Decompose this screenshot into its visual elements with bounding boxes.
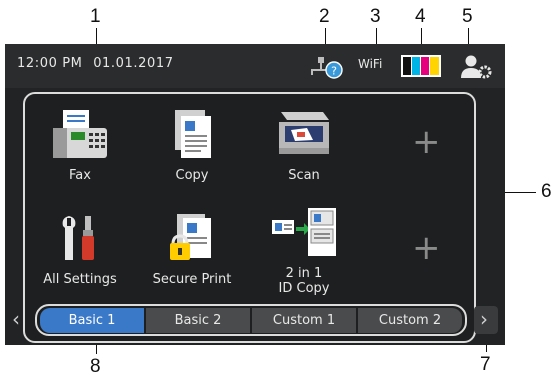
- status-bar: 12:00 PM 01.01.2017 ? WiFi: [5, 44, 505, 88]
- callout-7: 7: [480, 354, 491, 375]
- callout-4: 4: [415, 6, 426, 27]
- copy-icon: [175, 110, 211, 158]
- ink-levels-icon[interactable]: [401, 55, 441, 82]
- copy-shortcut[interactable]: Copy: [137, 108, 247, 183]
- tab-custom-2[interactable]: Custom 2: [358, 308, 462, 333]
- next-arrow-icon: ›: [480, 307, 488, 331]
- callout-5: 5: [462, 6, 473, 27]
- wired-lan-unknown-icon[interactable]: ?: [307, 53, 345, 86]
- id-copy-label-line2: ID Copy: [278, 281, 330, 296]
- wifi-status[interactable]: WiFi: [358, 57, 382, 71]
- touchscreen: 12:00 PM 01.01.2017 ? WiFi Fax Copy Scan…: [5, 44, 505, 345]
- fax-label: Fax: [69, 168, 91, 183]
- callout-2: 2: [319, 6, 330, 27]
- all-settings-shortcut[interactable]: All Settings: [25, 212, 135, 287]
- scan-shortcut[interactable]: Scan: [249, 108, 359, 183]
- prev-arrow-icon[interactable]: ‹: [12, 307, 20, 331]
- all-settings-label: All Settings: [43, 272, 117, 287]
- scan-label: Scan: [288, 168, 320, 183]
- secure-print-shortcut[interactable]: Secure Print: [137, 212, 247, 287]
- callout-8: 8: [90, 356, 101, 377]
- copy-label: Copy: [175, 168, 209, 183]
- callout-6: 6: [541, 181, 552, 202]
- next-arrow-button[interactable]: ›: [474, 306, 498, 334]
- fax-icon: [53, 110, 107, 158]
- add-shortcut-plus-icon[interactable]: +: [412, 122, 441, 162]
- date-text: 01.01.2017: [93, 56, 174, 71]
- date-time: 12:00 PM 01.01.2017: [17, 56, 174, 71]
- svg-text:?: ?: [331, 65, 337, 78]
- time-text: 12:00 PM: [17, 56, 83, 71]
- admin-settings-icon[interactable]: [460, 53, 492, 84]
- callout-3: 3: [370, 6, 381, 27]
- id-copy-label-line1: 2 in 1: [285, 266, 323, 281]
- id-copy-label: 2 in 1 ID Copy: [249, 266, 359, 296]
- scan-icon: [279, 112, 329, 154]
- id-copy-shortcut[interactable]: 2 in 1 ID Copy: [249, 206, 359, 296]
- secure-print-lock-icon: [170, 214, 211, 260]
- callout-1: 1: [90, 6, 101, 27]
- tab-basic-2[interactable]: Basic 2: [146, 308, 250, 333]
- wrench-screwdriver-icon: [62, 216, 94, 260]
- tab-custom-1[interactable]: Custom 1: [252, 308, 356, 333]
- secure-print-label: Secure Print: [152, 272, 232, 287]
- fax-shortcut[interactable]: Fax: [25, 108, 135, 183]
- id-card-copy-icon: [272, 208, 336, 256]
- add-shortcut-plus-icon-2[interactable]: +: [412, 228, 441, 268]
- tab-basic-1[interactable]: Basic 1: [40, 308, 144, 333]
